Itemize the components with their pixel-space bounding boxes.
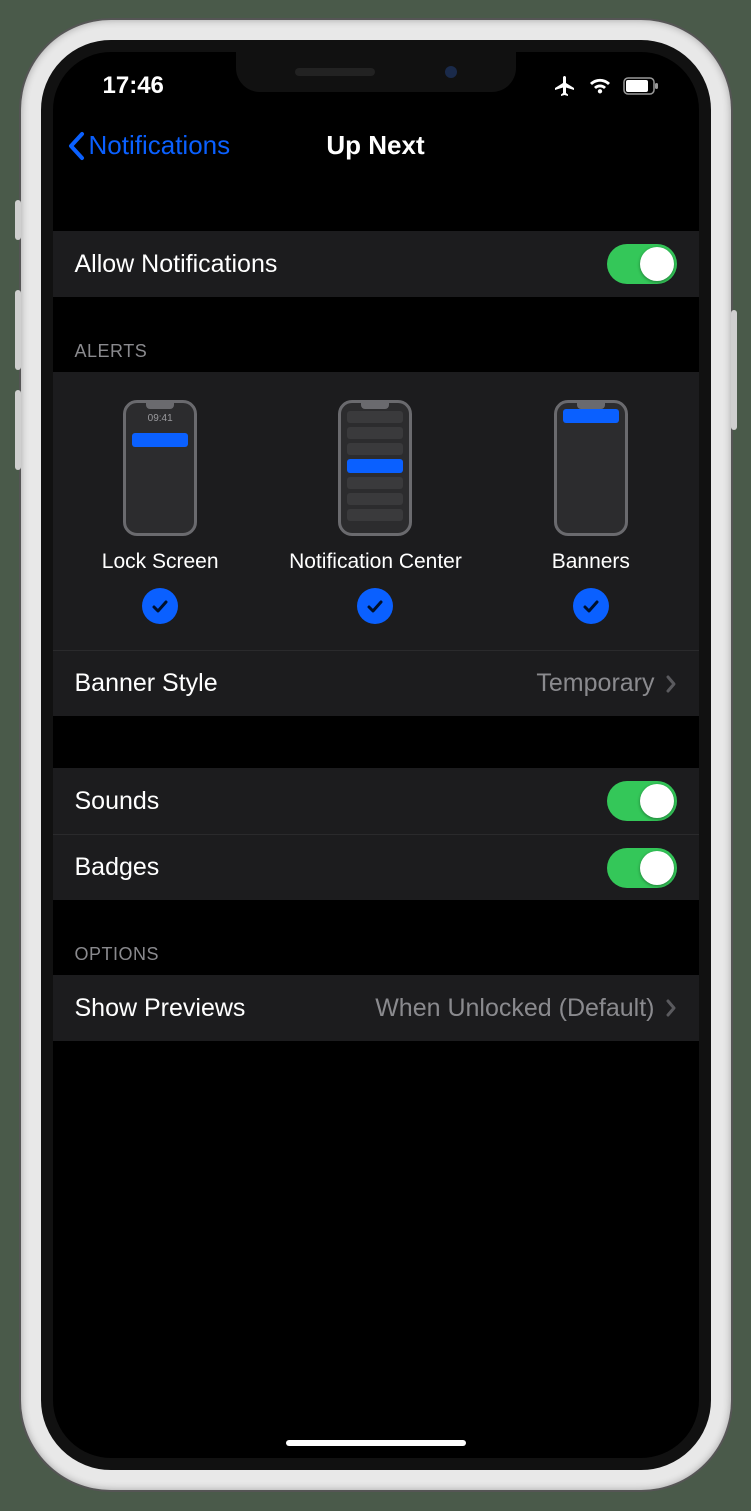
nav-bar: Notifications Up Next: [53, 110, 699, 179]
sounds-toggle[interactable]: [607, 781, 677, 821]
badges-toggle[interactable]: [607, 848, 677, 888]
back-button[interactable]: Notifications: [67, 130, 231, 161]
notch: [236, 52, 516, 92]
battery-icon: [623, 77, 659, 95]
options-header: OPTIONS: [53, 930, 699, 975]
chevron-left-icon: [67, 131, 85, 161]
alert-option-banners[interactable]: Banners: [483, 400, 698, 624]
chevron-right-icon: [665, 674, 677, 694]
show-previews-value: When Unlocked (Default): [375, 994, 654, 1023]
alerts-panel: 09:41 Lock Screen: [53, 372, 699, 650]
page-title: Up Next: [326, 130, 424, 161]
notification-center-check[interactable]: [357, 588, 393, 624]
status-icons: [553, 74, 669, 98]
check-icon: [365, 596, 385, 616]
show-previews-cell[interactable]: Show Previews When Unlocked (Default): [53, 975, 699, 1041]
check-icon: [581, 596, 601, 616]
front-camera: [445, 66, 457, 78]
banners-phone-icon: [554, 400, 628, 536]
speaker-grille: [295, 68, 375, 76]
notification-center-label: Notification Center: [289, 550, 462, 574]
home-indicator[interactable]: [286, 1440, 466, 1446]
banners-check[interactable]: [573, 588, 609, 624]
badges-label: Badges: [75, 853, 160, 882]
lock-screen-phone-icon: 09:41: [123, 400, 197, 536]
back-label: Notifications: [89, 130, 231, 161]
sounds-cell[interactable]: Sounds: [53, 768, 699, 834]
screen: 17:46 Notifications Up Next Allow Notifi…: [41, 40, 711, 1470]
lock-screen-label: Lock Screen: [102, 550, 219, 574]
sounds-label: Sounds: [75, 787, 160, 816]
banners-label: Banners: [552, 550, 630, 574]
banner-style-label: Banner Style: [75, 669, 218, 698]
sample-time: 09:41: [126, 413, 194, 424]
lock-screen-check[interactable]: [142, 588, 178, 624]
volume-down-button: [15, 390, 21, 470]
device-frame: 17:46 Notifications Up Next Allow Notifi…: [21, 20, 731, 1490]
check-icon: [150, 596, 170, 616]
power-button: [731, 310, 737, 430]
allow-notifications-cell[interactable]: Allow Notifications: [53, 231, 699, 297]
banner-style-value: Temporary: [536, 669, 654, 698]
banner-style-cell[interactable]: Banner Style Temporary: [53, 650, 699, 716]
badges-cell[interactable]: Badges: [53, 834, 699, 900]
status-time: 17:46: [83, 72, 164, 100]
alert-option-lock-screen[interactable]: 09:41 Lock Screen: [53, 400, 268, 624]
alerts-header: ALERTS: [53, 327, 699, 372]
allow-notifications-label: Allow Notifications: [75, 250, 278, 279]
side-button: [15, 200, 21, 240]
notification-center-phone-icon: [338, 400, 412, 536]
alert-option-notification-center[interactable]: Notification Center: [268, 400, 483, 624]
allow-notifications-toggle[interactable]: [607, 244, 677, 284]
wifi-icon: [587, 76, 613, 96]
show-previews-label: Show Previews: [75, 994, 246, 1023]
volume-up-button: [15, 290, 21, 370]
airplane-icon: [553, 74, 577, 98]
chevron-right-icon: [665, 998, 677, 1018]
